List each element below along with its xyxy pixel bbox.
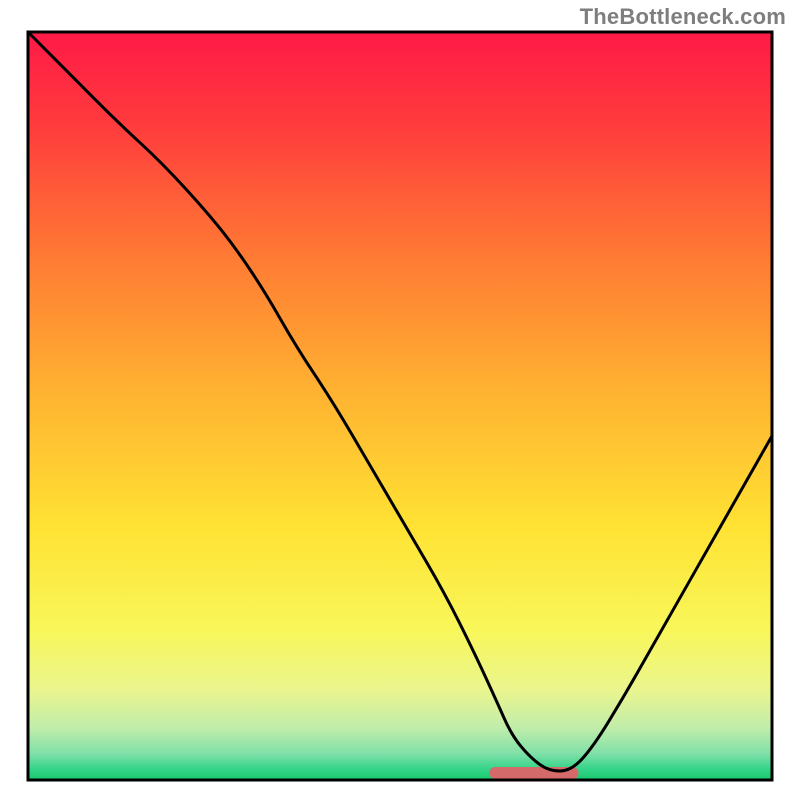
watermark-label: TheBottleneck.com [580,4,786,30]
bottleneck-chart [0,0,800,800]
chart-stage: TheBottleneck.com [0,0,800,800]
